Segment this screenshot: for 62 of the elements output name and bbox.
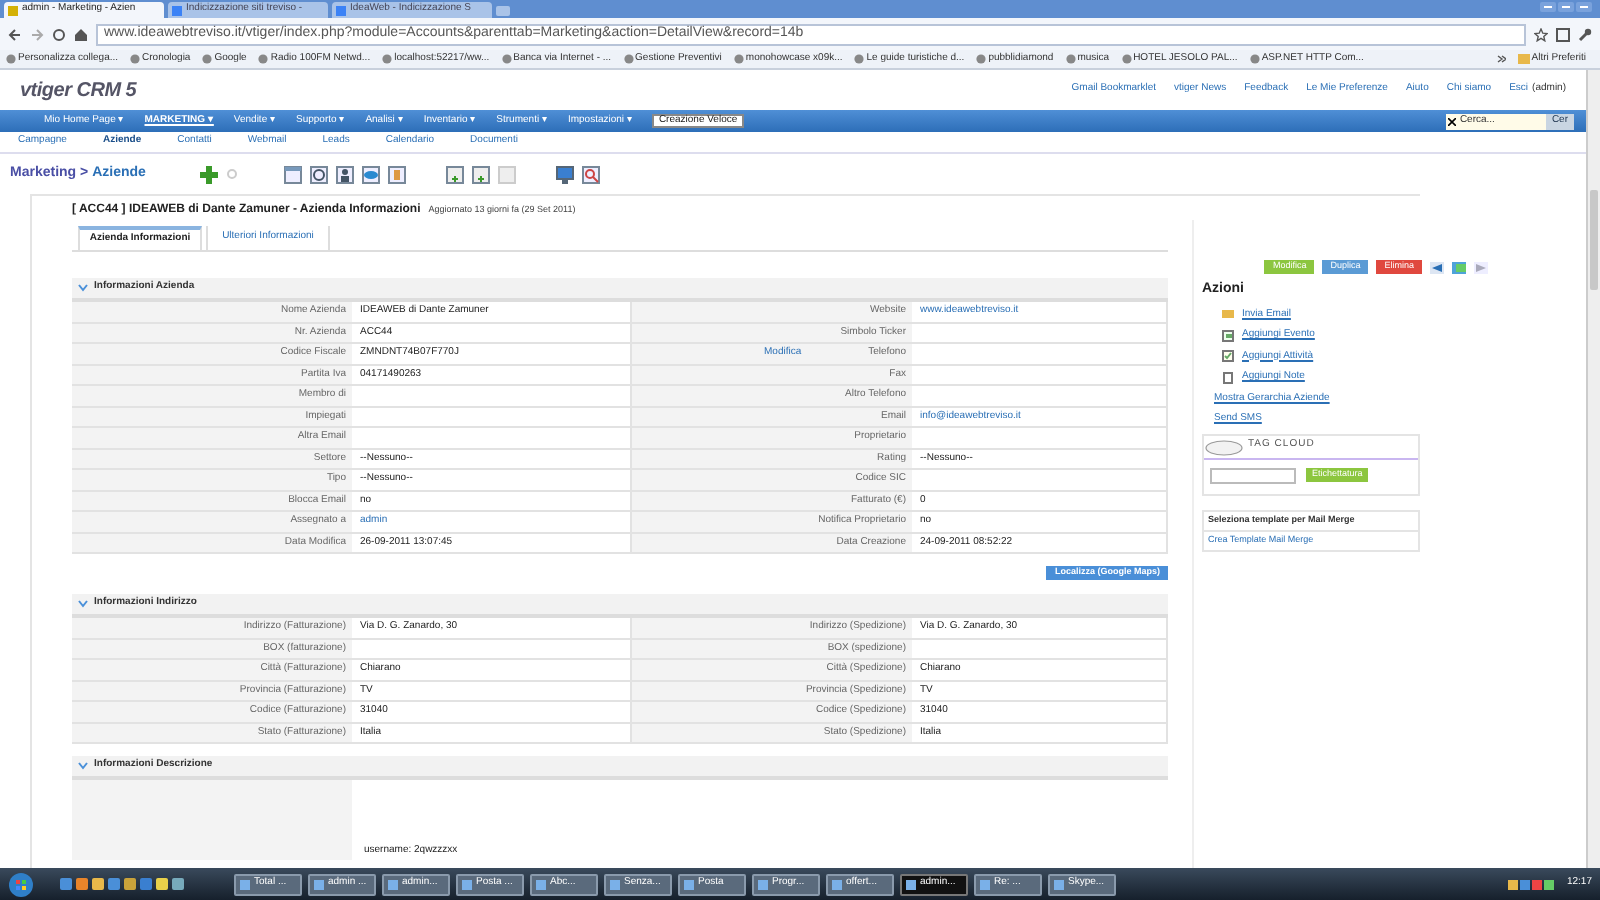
bookmark-icon [6, 54, 16, 64]
window-icon [832, 879, 842, 889]
reload-icon[interactable] [52, 27, 66, 41]
wrench-icon[interactable] [1578, 27, 1592, 41]
bookmark-icon [854, 54, 865, 64]
monitor-icon[interactable] [555, 165, 574, 183]
favicon-icon [8, 5, 18, 15]
chevron-down-icon [78, 600, 88, 608]
arrow-icon[interactable] [1430, 261, 1444, 273]
bookmark-icon [130, 54, 141, 64]
favicon-icon [336, 5, 346, 15]
bookmark-icon [1249, 54, 1260, 64]
task-icon [1222, 350, 1234, 363]
scrollbar[interactable] [1586, 70, 1600, 868]
bookmark-icon [382, 54, 393, 64]
page-icon[interactable] [1556, 27, 1570, 41]
export-icon[interactable] [471, 165, 490, 183]
bookmark-icon [202, 54, 213, 64]
tag-input[interactable] [1210, 467, 1296, 483]
back-icon[interactable] [8, 27, 22, 41]
bookmark-icon [501, 54, 512, 64]
note-icon [1222, 371, 1234, 384]
import-icon[interactable] [445, 165, 464, 183]
bookmark-icon [976, 54, 987, 64]
window-icon [684, 879, 694, 889]
clock-icon[interactable] [309, 165, 328, 183]
star-icon[interactable] [1534, 27, 1548, 41]
app-logo: vtiger CRM 5 [20, 77, 137, 105]
email-icon [1222, 308, 1234, 321]
chevron-down-icon [78, 762, 88, 770]
bookmark-icon [733, 54, 744, 64]
minimize-icon[interactable] [1540, 2, 1556, 12]
forward-icon[interactable] [30, 27, 44, 41]
window-icon [462, 879, 472, 889]
window-icon [536, 879, 546, 889]
chevron-icon[interactable] [1495, 54, 1506, 64]
plus-icon[interactable] [199, 165, 218, 183]
home-icon[interactable] [74, 27, 88, 41]
arrow-icon[interactable] [1474, 261, 1488, 273]
window-icon [758, 879, 768, 889]
cloud-icon [1204, 436, 1244, 456]
chevron-down-icon [78, 284, 88, 292]
bookmark-icon [1065, 54, 1076, 64]
calendar-icon[interactable] [283, 165, 302, 183]
start-icon[interactable] [8, 871, 34, 897]
bookmark-icon [1121, 54, 1132, 64]
window-icon [388, 879, 398, 889]
magnifier-icon[interactable] [581, 165, 600, 183]
folder-icon [1517, 54, 1530, 64]
window-icon [906, 879, 916, 889]
window-icon [240, 879, 250, 889]
window-icon [314, 879, 324, 889]
chat-icon[interactable] [361, 165, 380, 183]
event-icon [1222, 329, 1234, 342]
bookmark-icon [623, 54, 634, 64]
document-icon[interactable] [387, 165, 406, 183]
window-icon [1054, 879, 1064, 889]
window-icon [980, 879, 990, 889]
window-icon [610, 879, 620, 889]
favicon-icon [172, 5, 182, 15]
person-icon[interactable] [335, 165, 354, 183]
bookmark-icon [258, 54, 269, 64]
